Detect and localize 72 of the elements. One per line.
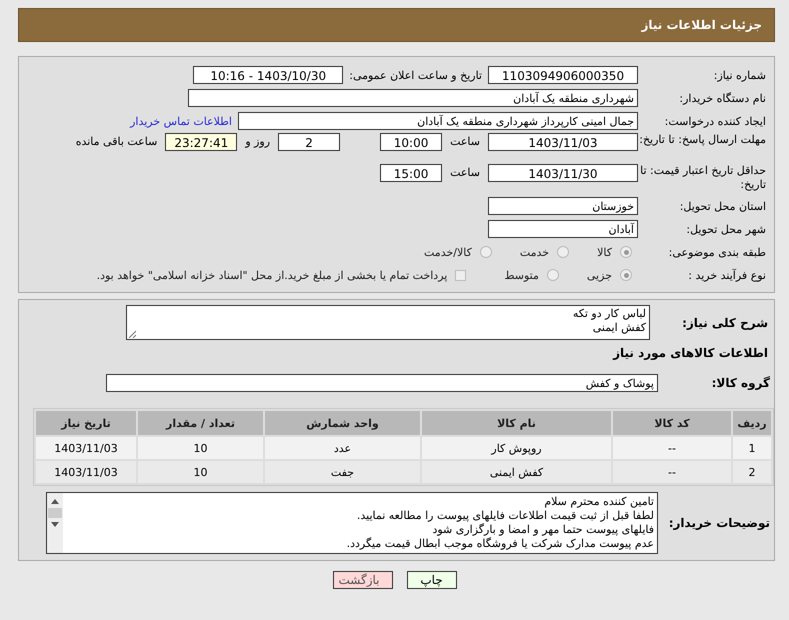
column-header: ردیف [733, 411, 771, 435]
table-cell: 10 [138, 461, 263, 483]
countdown-field: 23:27:41 [165, 133, 238, 151]
scroll-down-icon[interactable] [51, 522, 59, 527]
scroll-up-icon[interactable] [51, 499, 59, 504]
table-cell: 10 [138, 437, 263, 459]
table-cell: 2 [733, 461, 771, 483]
field-label: نوع فرآیند خرید : [687, 268, 767, 282]
buyer-field[interactable]: شهرداری منطقه یک آبادان [188, 89, 638, 107]
scrollbar-thumb[interactable] [48, 508, 62, 518]
notes-field[interactable]: تامین کننده محترم سلام لطفا قبل از ثبت قیمت اطلاعات فایلهای پیوست را مطالعه نمایید. فایلهای پیوست حتما مهر و امضا و بارگزاری شود عدم پیوست مدارک شرکت یا فروشگاه موجب ابطال قیمت میگردد. [46, 492, 658, 554]
date-field[interactable]: 1403/11/03 [488, 133, 638, 151]
radio-button[interactable] [546, 269, 559, 281]
field-label: ساعت [450, 134, 480, 150]
field-label: ساعت باقی مانده [76, 134, 158, 150]
time-field[interactable]: 10:00 [380, 133, 442, 151]
radio-button[interactable] [557, 246, 570, 258]
table-cell: 1403/11/03 [36, 461, 136, 483]
back-button[interactable]: بازگشت [332, 571, 392, 589]
column-header: تاریخ نیاز [36, 411, 136, 435]
radio-button[interactable] [620, 246, 632, 258]
scrollbar[interactable] [47, 493, 63, 553]
radio-label: کالا/خدمت [424, 246, 472, 258]
radio-label: کالا [597, 246, 612, 258]
goods-group-field[interactable]: پوشاک و کفش [106, 374, 658, 392]
days-field[interactable]: 2 [278, 133, 340, 151]
field-label: شهر محل تحویل: [685, 222, 767, 236]
page-title: جزئیات اطلاعات نیاز [641, 18, 762, 32]
table-cell: جفت [265, 461, 420, 483]
column-header: کد کالا [613, 411, 731, 435]
table-cell: -- [613, 461, 731, 483]
checkbox[interactable] [455, 270, 466, 280]
field-label: گروه کالا: [710, 376, 771, 390]
print-button[interactable]: چاپ [406, 571, 456, 589]
table-cell: -- [613, 437, 731, 459]
field-label: نام دستگاه خریدار: [678, 92, 767, 104]
need-number-field[interactable]: 1103094906000350 [488, 66, 638, 84]
description-field[interactable]: لباس کار دو تکه کفش ایمنی [126, 305, 650, 340]
field-label: طبقه بندی موضوعی: [668, 246, 767, 258]
radio-label: جزیی [586, 268, 612, 282]
field-label: استان محل تحویل: [678, 200, 767, 212]
column-header: نام کالا [422, 411, 611, 435]
column-header: تعداد / مقدار [138, 411, 263, 435]
radio-button[interactable] [480, 246, 492, 258]
contact-link[interactable]: اطلاعات تماس خریدار [130, 114, 232, 128]
announce-date-field[interactable]: 1403/10/30 - 10:16 [193, 66, 344, 84]
resize-grip-icon[interactable] [128, 330, 136, 338]
radio-label: خدمت [520, 246, 550, 258]
field-label: ایجاد کننده درخواست: [664, 114, 767, 128]
table-cell: 1 [733, 437, 771, 459]
field-label: روز و [245, 134, 270, 150]
column-header: واحد شمارش [265, 411, 420, 435]
field-label: مهلت ارسال پاسخ: تا تاریخ: [638, 133, 767, 147]
table-cell: عدد [265, 437, 420, 459]
section-heading: اطلاعات کالاهای مورد نیاز [612, 346, 769, 360]
field-label: شماره نیاز: [712, 68, 767, 82]
radio-button[interactable] [620, 269, 632, 281]
table-cell: کفش ایمنی [422, 461, 611, 483]
field-label: توضیحات خریدار: [668, 516, 771, 530]
field-label: ساعت [450, 165, 480, 181]
field-label: حداقل تاریخ اعتبار قیمت: تا تاریخ: [639, 164, 767, 192]
field-label: شرح کلی نیاز: [681, 316, 769, 330]
date-field[interactable]: 1403/11/30 [488, 164, 638, 182]
time-field[interactable]: 15:00 [380, 164, 442, 182]
creator-field[interactable]: جمال امینی کارپرداز شهرداری منطقه یک آبادان [238, 112, 638, 130]
table-cell: 1403/11/03 [36, 437, 136, 459]
field-label: تاریخ و ساعت اعلان عمومی: [349, 68, 482, 82]
table-cell: روپوش کار [422, 437, 611, 459]
checkbox-label: پرداخت تمام یا بخشی از مبلغ خرید.از محل "اسناد خزانه اسلامی" خواهد بود. [96, 268, 448, 282]
radio-label: متوسط [504, 268, 539, 282]
province-field[interactable]: خوزستان [488, 197, 638, 215]
city-field[interactable]: آبادان [488, 220, 638, 238]
